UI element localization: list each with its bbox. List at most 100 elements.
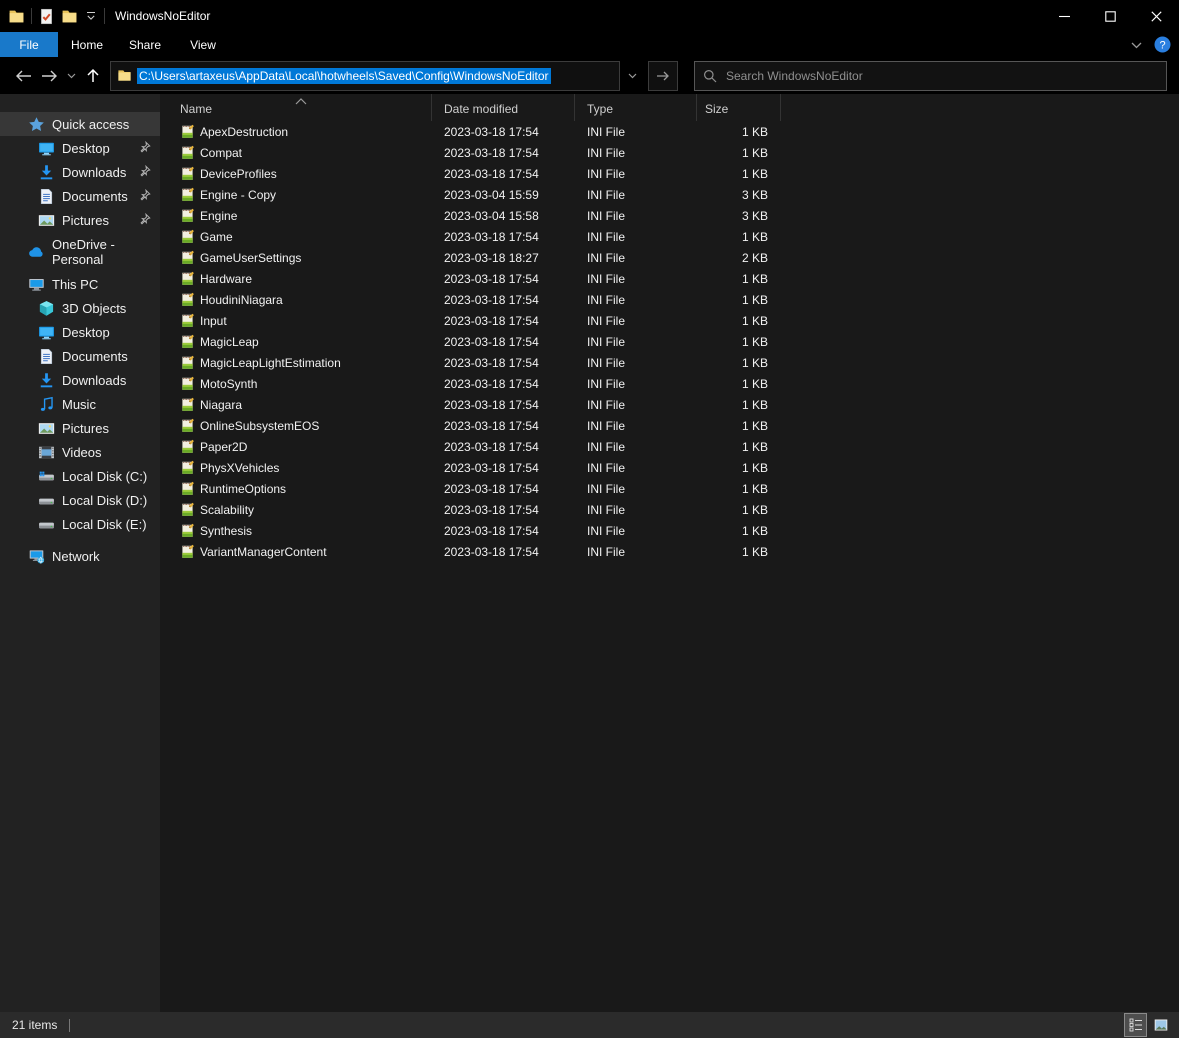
new-folder-icon[interactable] <box>61 8 78 25</box>
ribbon-tab[interactable]: View <box>174 32 232 57</box>
sidebar-item[interactable]: 3D Objects <box>0 296 160 320</box>
file-row[interactable]: Hardware 2023-03-18 17:54 INI File 1 KB <box>160 268 1179 289</box>
file-row[interactable]: Paper2D 2023-03-18 17:54 INI File 1 KB <box>160 436 1179 457</box>
go-to-button[interactable] <box>648 60 678 91</box>
address-path-text[interactable]: C:\Users\artaxeus\AppData\Local\hotwheel… <box>137 67 551 84</box>
address-bar[interactable]: C:\Users\artaxeus\AppData\Local\hotwheel… <box>110 60 620 91</box>
file-size: 1 KB <box>741 334 768 349</box>
sidebar-item[interactable]: Desktop <box>0 136 160 160</box>
file-name: RuntimeOptions <box>200 481 287 496</box>
file-size: 1 KB <box>741 481 768 496</box>
file-size: 1 KB <box>741 124 768 139</box>
search-box[interactable]: Search WindowsNoEditor <box>694 60 1167 91</box>
sidebar-item[interactable]: Documents <box>0 184 160 208</box>
file-row[interactable]: Niagara 2023-03-18 17:54 INI File 1 KB <box>160 394 1179 415</box>
properties-check-icon[interactable] <box>38 8 55 25</box>
sidebar-item[interactable]: Pictures <box>0 208 160 232</box>
file-row[interactable]: Scalability 2023-03-18 17:54 INI File 1 … <box>160 499 1179 520</box>
file-name: Hardware <box>200 271 253 286</box>
customize-qat-chevron-icon[interactable] <box>84 12 98 20</box>
file-row[interactable]: GameUserSettings 2023-03-18 18:27 INI Fi… <box>160 247 1179 268</box>
status-bar: 21 items <box>0 1012 1179 1038</box>
file-row[interactable]: Compat 2023-03-18 17:54 INI File 1 KB <box>160 142 1179 163</box>
file-row[interactable]: Engine - Copy 2023-03-04 15:59 INI File … <box>160 184 1179 205</box>
pin-icon <box>138 212 151 226</box>
file-size: 1 KB <box>741 229 768 244</box>
file-row[interactable]: Engine 2023-03-04 15:58 INI File 3 KB <box>160 205 1179 226</box>
file-date-modified: 2023-03-18 17:54 <box>444 376 539 391</box>
address-dropdown-chevron[interactable] <box>620 61 644 91</box>
sidebar-item[interactable]: Documents <box>0 344 160 368</box>
sidebar-item[interactable]: Music <box>0 392 160 416</box>
sidebar-item-label: Desktop <box>62 140 110 156</box>
back-button[interactable] <box>10 62 36 90</box>
ribbon-tab[interactable]: Home <box>58 32 116 57</box>
file-date-modified: 2023-03-18 17:54 <box>444 481 539 496</box>
file-row[interactable]: PhysXVehicles 2023-03-18 17:54 INI File … <box>160 457 1179 478</box>
file-list: ApexDestruction 2023-03-18 17:54 INI Fil… <box>160 121 1179 562</box>
large-icons-view-button[interactable] <box>1150 1014 1171 1036</box>
sidebar-item[interactable]: This PC <box>0 272 160 296</box>
sidebar-item-label: Quick access <box>52 116 130 132</box>
recent-locations-chevron[interactable] <box>62 62 80 90</box>
ini-icon <box>180 313 195 328</box>
ini-icon <box>180 439 195 454</box>
sidebar-item[interactable]: Local Disk (E:) <box>0 512 160 536</box>
file-row[interactable]: DeviceProfiles 2023-03-18 17:54 INI File… <box>160 163 1179 184</box>
disk-icon <box>38 492 55 509</box>
file-row[interactable]: OnlineSubsystemEOS 2023-03-18 17:54 INI … <box>160 415 1179 436</box>
details-view-button[interactable] <box>1124 1013 1147 1037</box>
file-row[interactable]: VariantManagerContent 2023-03-18 17:54 I… <box>160 541 1179 562</box>
sidebar-item-label: Desktop <box>62 324 110 340</box>
file-list-pane: Name Date modified Type Size ApexDestruc… <box>160 94 1179 1012</box>
file-name: MotoSynth <box>200 376 258 391</box>
ribbon-tab-label: Home <box>70 37 103 52</box>
sidebar-item[interactable]: Pictures <box>0 416 160 440</box>
file-row[interactable]: MagicLeapLightEstimation 2023-03-18 17:5… <box>160 352 1179 373</box>
sidebar-item[interactable]: OneDrive - Personal <box>0 237 160 267</box>
sidebar-item[interactable]: Local Disk (C:) <box>0 464 160 488</box>
sidebar-item-label: OneDrive - Personal <box>52 237 115 267</box>
up-button[interactable] <box>80 62 106 90</box>
file-row[interactable]: MagicLeap 2023-03-18 17:54 INI File 1 KB <box>160 331 1179 352</box>
file-row[interactable]: Game 2023-03-18 17:54 INI File 1 KB <box>160 226 1179 247</box>
desktop-icon <box>38 140 55 157</box>
sidebar-item[interactable]: Desktop <box>0 320 160 344</box>
minimize-button[interactable] <box>1041 0 1087 32</box>
file-date-modified: 2023-03-04 15:58 <box>444 208 539 223</box>
file-row[interactable]: Synthesis 2023-03-18 17:54 INI File 1 KB <box>160 520 1179 541</box>
file-row[interactable]: ApexDestruction 2023-03-18 17:54 INI Fil… <box>160 121 1179 142</box>
close-button[interactable] <box>1133 0 1179 32</box>
sidebar-item[interactable]: Quick access <box>0 112 160 136</box>
forward-button[interactable] <box>36 62 62 90</box>
pin-icon <box>138 164 151 178</box>
file-name: Niagara <box>200 397 243 412</box>
cube-icon <box>38 300 55 317</box>
ribbon-tab[interactable]: File <box>0 32 58 57</box>
maximize-button[interactable] <box>1087 0 1133 32</box>
file-type: INI File <box>587 439 626 454</box>
file-row[interactable]: HoudiniNiagara 2023-03-18 17:54 INI File… <box>160 289 1179 310</box>
sidebar-item[interactable]: Network <box>0 544 160 568</box>
sidebar-item[interactable]: Downloads <box>0 160 160 184</box>
sidebar-item-label: This PC <box>52 276 99 292</box>
sidebar-item-label: Videos <box>62 444 102 460</box>
folder-icon <box>117 68 132 83</box>
expand-ribbon-chevron-icon[interactable] <box>1131 38 1142 52</box>
file-name: Compat <box>200 145 243 160</box>
ini-icon <box>180 334 195 349</box>
column-header-name[interactable]: Name <box>160 94 432 121</box>
sidebar-item[interactable]: Videos <box>0 440 160 464</box>
ribbon-tab[interactable]: Share <box>116 32 174 57</box>
file-row[interactable]: MotoSynth 2023-03-18 17:54 INI File 1 KB <box>160 373 1179 394</box>
sidebar-item[interactable]: Downloads <box>0 368 160 392</box>
file-row[interactable]: RuntimeOptions 2023-03-18 17:54 INI File… <box>160 478 1179 499</box>
help-icon[interactable]: ? <box>1154 36 1171 53</box>
column-header-type[interactable]: Type <box>575 94 697 121</box>
column-header-size[interactable]: Size <box>697 94 781 121</box>
file-date-modified: 2023-03-18 17:54 <box>444 292 539 307</box>
file-type: INI File <box>587 502 626 517</box>
column-header-date-modified[interactable]: Date modified <box>432 94 575 121</box>
file-row[interactable]: Input 2023-03-18 17:54 INI File 1 KB <box>160 310 1179 331</box>
sidebar-item[interactable]: Local Disk (D:) <box>0 488 160 512</box>
